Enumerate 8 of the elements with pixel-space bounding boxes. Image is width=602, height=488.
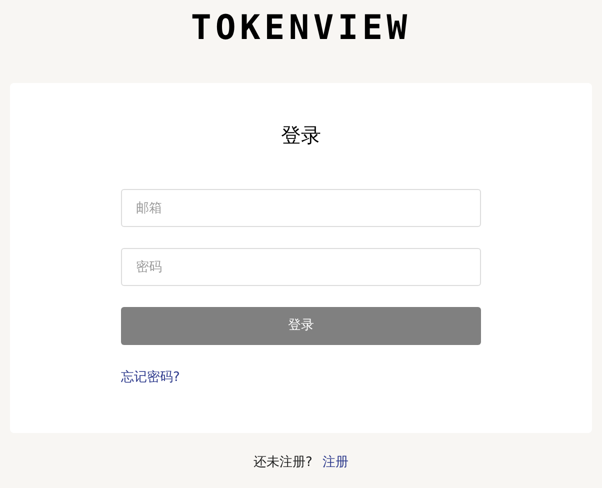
login-button[interactable]: 登录 bbox=[121, 307, 481, 345]
forgot-password-link[interactable]: 忘记密码? bbox=[121, 370, 180, 385]
logo: TOKENVIEW bbox=[190, 8, 412, 48]
input-field[interactable]: 邮箱 bbox=[121, 189, 481, 227]
login-title: 登录 bbox=[281, 122, 321, 149]
register-prompt: 还未注册? bbox=[254, 454, 312, 472]
register-link[interactable]: 注册 bbox=[322, 453, 348, 472]
input-field[interactable]: 密码 bbox=[121, 248, 481, 286]
